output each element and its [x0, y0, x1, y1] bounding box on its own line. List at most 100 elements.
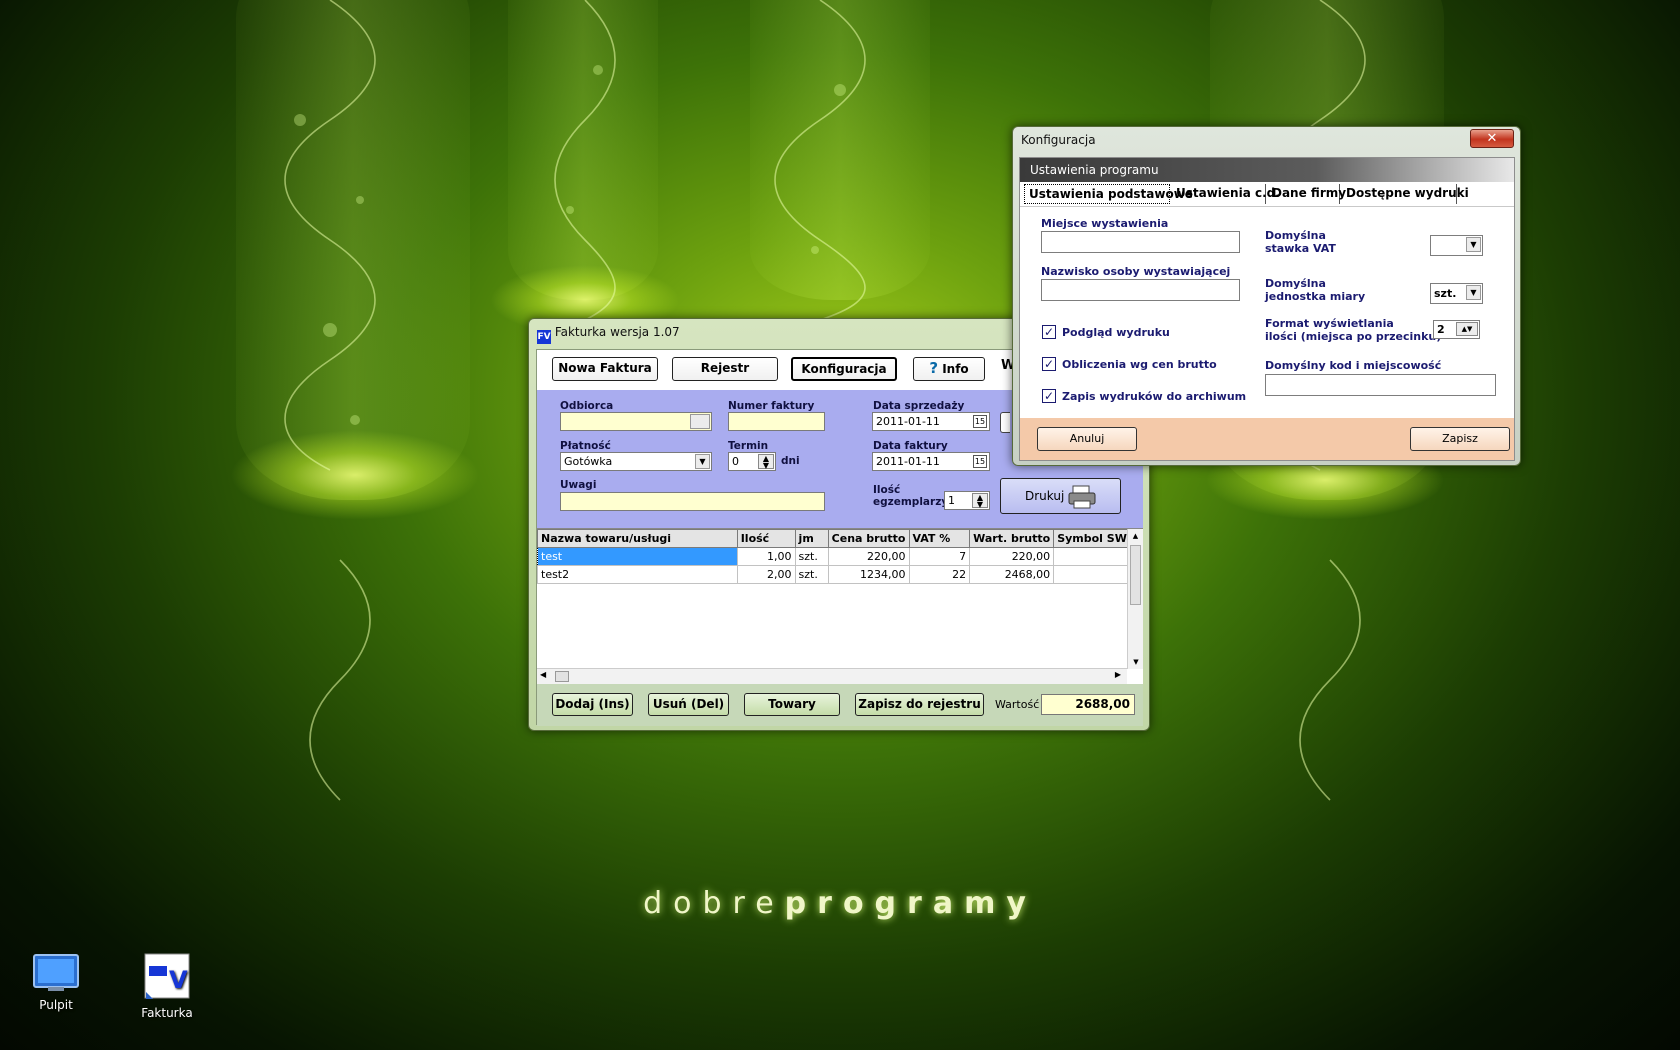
column-header[interactable]: Wart. brutto [969, 529, 1055, 548]
unit-label-line-2: jednostka miary [1265, 290, 1366, 303]
scroll-down-icon[interactable]: ▼ [1128, 655, 1144, 669]
scroll-left-icon[interactable]: ◀ [540, 670, 546, 679]
spin-arrows-icon[interactable]: ▲▼ [758, 454, 774, 470]
cell-name[interactable]: test2 [537, 565, 738, 584]
cancel-button[interactable]: Anuluj [1037, 427, 1137, 451]
table-row[interactable]: test2 2,00 szt. 1234,00 22 2468,00 [537, 565, 1143, 584]
vat-label: Domyślna stawka VAT [1265, 229, 1336, 255]
tab-basic-settings[interactable]: Ustawienia podstawowe [1024, 184, 1193, 204]
invoice-date-value: 2011-01-11 [876, 455, 940, 468]
new-invoice-button[interactable]: Nowa Faktura [552, 357, 658, 381]
save-button[interactable]: Zapisz [1410, 427, 1510, 451]
vat-select[interactable]: ▼ [1430, 235, 1483, 256]
close-button[interactable]: ✕ [1470, 129, 1514, 148]
format-label-line-2: ilości (miejsca po przecinku) [1265, 330, 1442, 343]
term-stepper[interactable]: 0 ▲ ▼ [728, 452, 776, 471]
format-stepper[interactable]: 2 ▲▼ [1433, 320, 1480, 339]
chevron-down-icon[interactable]: ▼ [1466, 237, 1481, 252]
add-item-button[interactable]: Dodaj (Ins) [552, 693, 633, 716]
cell-gross-value[interactable]: 220,00 [969, 547, 1055, 566]
column-header[interactable]: Nazwa towaru/usługi [537, 529, 738, 548]
chevron-down-icon[interactable]: ▼ [695, 454, 710, 469]
cell-vat[interactable]: 7 [908, 547, 971, 566]
format-value: 2 [1437, 323, 1445, 336]
vertical-scrollbar[interactable]: ▲ ▼ [1127, 529, 1143, 669]
column-header[interactable]: Cena brutto [827, 529, 910, 548]
cell-unit[interactable]: szt. [794, 547, 829, 566]
invoice-number-field[interactable] [728, 412, 825, 431]
scroll-thumb[interactable] [555, 671, 569, 682]
print-button[interactable]: Drukuj [1000, 478, 1121, 514]
desktop-icon-label: Pulpit [39, 998, 73, 1012]
scroll-right-icon[interactable]: ▶ [1115, 670, 1121, 679]
unit-select[interactable]: szt. ▼ [1430, 283, 1483, 304]
sale-date-field[interactable]: 2011-01-11 15 [872, 412, 990, 431]
items-table[interactable]: Nazwa towaru/usługi Ilość jm Cena brutto… [537, 528, 1143, 684]
monitor-icon [33, 954, 79, 992]
register-button[interactable]: Rejestr [672, 357, 778, 381]
cell-quantity[interactable]: 1,00 [736, 547, 796, 566]
bottom-toolbar: Dodaj (Ins) Usuń (Del) Towary Zapisz do … [537, 684, 1143, 726]
delete-item-button[interactable]: Usuń (Del) [648, 693, 729, 716]
cell-quantity[interactable]: 2,00 [736, 565, 796, 584]
chevron-down-icon[interactable]: ▼ [1466, 285, 1481, 300]
tab-company-data[interactable]: Dane firmy [1268, 184, 1346, 204]
scroll-up-icon[interactable]: ▲ [1128, 529, 1143, 543]
table-header-row: Nazwa towaru/usługi Ilość jm Cena brutto… [537, 529, 1143, 548]
desktop-icon-label: Fakturka [141, 1006, 193, 1020]
tab-more-settings[interactable]: Ustawienia c.d. [1172, 184, 1280, 204]
spin-arrows-icon[interactable]: ▲▼ [1456, 322, 1478, 336]
info-button[interactable]: ? Info [913, 357, 985, 381]
scroll-thumb[interactable] [1130, 545, 1141, 605]
settings-header: Ustawienia programu [1020, 158, 1514, 182]
table-row[interactable]: test 1,00 szt. 220,00 7 220,00 [537, 547, 1143, 566]
goods-button[interactable]: Towary [744, 693, 840, 716]
column-header[interactable]: Ilość [736, 529, 796, 548]
calendar-icon[interactable]: 15 [973, 415, 987, 428]
unit-value: szt. [1434, 287, 1457, 300]
total-label: Wartość [995, 698, 1040, 711]
payment-select[interactable]: Gotówka ▼ [560, 452, 712, 471]
dialog-footer: Anuluj Zapisz [1020, 418, 1514, 460]
desktop-icon-pulpit[interactable]: Pulpit [11, 954, 101, 1012]
dialog-title-bar[interactable]: Konfiguracja [1013, 127, 1520, 153]
cell-gross-price[interactable]: 220,00 [827, 547, 910, 566]
cell-unit[interactable]: szt. [794, 565, 829, 584]
column-header[interactable]: jm [794, 529, 829, 548]
format-label-line-1: Format wyświetlania [1265, 317, 1394, 330]
cell-gross-price[interactable]: 1234,00 [827, 565, 910, 584]
horizontal-scrollbar[interactable]: ◀ ▶ [537, 668, 1127, 684]
issuer-input[interactable] [1041, 279, 1240, 301]
format-label: Format wyświetlania ilości (miejsca po p… [1265, 317, 1441, 343]
copies-stepper[interactable]: 1 ▲ ▼ [944, 491, 990, 510]
tab-available-prints[interactable]: Dostępne wydruki [1342, 184, 1469, 204]
place-input[interactable] [1041, 231, 1240, 253]
archive-checkbox[interactable]: ✓ [1042, 389, 1056, 403]
recipient-browse-button[interactable] [690, 414, 710, 429]
spin-arrows-icon[interactable]: ▲▼ [972, 493, 988, 509]
preview-label: Podgląd wydruku [1062, 326, 1170, 339]
save-to-register-button[interactable]: Zapisz do rejestru [855, 693, 984, 716]
notes-field[interactable] [560, 492, 825, 511]
clipped-control [1000, 412, 1010, 433]
cell-gross-value[interactable]: 2468,00 [969, 565, 1055, 584]
settings-panel: Miejsce wystawienia Nazwisko osoby wysta… [1020, 206, 1514, 418]
contractor-input[interactable] [1265, 374, 1496, 396]
items-grid: Nazwa towaru/usługi Ilość jm Cena brutto… [537, 529, 1143, 584]
config-button[interactable]: Konfiguracja [791, 357, 897, 381]
cell-name[interactable]: test [537, 547, 738, 566]
gross-calc-label: Obliczenia wg cen brutto [1062, 358, 1217, 371]
desktop-icon-fakturka[interactable]: V Fakturka [122, 952, 212, 1020]
column-header[interactable]: VAT % [908, 529, 971, 548]
unit-label: Domyślna jednostka miary [1265, 277, 1365, 303]
cell-vat[interactable]: 22 [908, 565, 971, 584]
copies-label-line-1: Ilość [873, 484, 901, 496]
issuer-label: Nazwisko osoby wystawiającej [1041, 265, 1231, 278]
recipient-field[interactable] [560, 412, 712, 431]
svg-text:V: V [169, 966, 188, 994]
preview-checkbox[interactable]: ✓ [1042, 325, 1056, 339]
sale-date-label: Data sprzedaży [873, 400, 965, 412]
invoice-date-field[interactable]: 2011-01-11 15 [872, 452, 990, 471]
calendar-icon[interactable]: 15 [973, 455, 987, 468]
gross-calc-checkbox[interactable]: ✓ [1042, 357, 1056, 371]
